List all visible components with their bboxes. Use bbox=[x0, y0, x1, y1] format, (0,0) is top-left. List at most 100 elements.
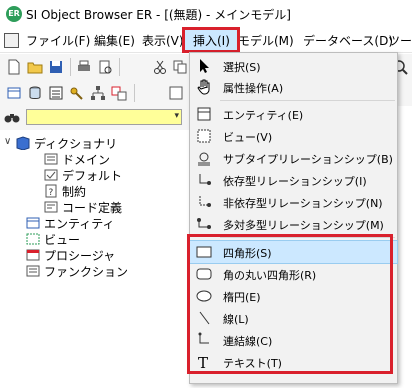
insert-menu: 選択(S) 属性操作(A) エンティティ(E) ビュー(V) サブタイプリレーシ… bbox=[189, 52, 398, 384]
procedure-icon bbox=[26, 249, 40, 261]
menu-item-label: サブタイプリレーションシップ(B) bbox=[223, 153, 393, 166]
rectangle-icon bbox=[196, 246, 212, 258]
menu-item-select[interactable]: 選択(S) bbox=[190, 55, 397, 77]
menu-model[interactable]: モデル(M) bbox=[238, 32, 294, 49]
database-icon[interactable] bbox=[27, 85, 43, 101]
hand-icon bbox=[197, 79, 210, 95]
ellipse-icon bbox=[196, 290, 212, 302]
svg-text:?: ? bbox=[49, 188, 54, 198]
app-icon: ER bbox=[6, 6, 22, 22]
menu-separator bbox=[220, 237, 395, 238]
object-tree: ∨ ディクショナリ ドメイン デフォルト ? 制約 コード定義 エンティティ ビ… bbox=[0, 132, 190, 388]
non-dependent-relation-icon bbox=[199, 196, 211, 207]
menu-item-label: テキスト(T) bbox=[223, 357, 282, 370]
tree-item-label: ファンクション bbox=[44, 265, 129, 279]
print-preview-icon[interactable] bbox=[97, 59, 113, 75]
menu-item-ellipse[interactable]: 楕円(E) bbox=[190, 285, 397, 307]
text-icon: T bbox=[198, 354, 208, 370]
relation-icon[interactable] bbox=[111, 85, 127, 101]
open-folder-icon[interactable] bbox=[27, 59, 43, 75]
connector-icon bbox=[198, 332, 209, 344]
view-icon bbox=[26, 233, 40, 245]
toolbar-separator bbox=[70, 58, 71, 76]
menu-view[interactable]: 表示(V) bbox=[142, 32, 184, 49]
menu-item-label: 楕円(E) bbox=[223, 291, 261, 304]
menu-item-view[interactable]: ビュー(V) bbox=[190, 125, 397, 147]
save-icon[interactable] bbox=[48, 59, 64, 75]
view-icon bbox=[197, 129, 211, 143]
toolbar-separator bbox=[134, 84, 135, 102]
entity-tool-icon[interactable] bbox=[6, 85, 22, 101]
hierarchy-icon[interactable] bbox=[90, 85, 106, 101]
key-icon[interactable] bbox=[69, 85, 85, 101]
print-icon[interactable] bbox=[76, 59, 92, 75]
menu-insert[interactable]: 挿入(I) bbox=[182, 27, 240, 53]
code-icon bbox=[44, 201, 58, 213]
menu-insert-label: 挿入(I) bbox=[193, 34, 230, 48]
menu-item-attribute[interactable]: 属性操作(A) bbox=[190, 76, 397, 98]
tree-item-label: ドメイン bbox=[62, 153, 111, 167]
menu-item-label: 連結線(C) bbox=[223, 335, 273, 348]
entity-icon bbox=[197, 107, 211, 121]
menu-item-label: 選択(S) bbox=[223, 61, 261, 74]
menu-item-non-dependent[interactable]: 非依存型リレーションシップ(N) bbox=[190, 191, 397, 213]
menu-item-entity[interactable]: エンティティ(E) bbox=[190, 103, 397, 125]
search-input[interactable]: ▾ bbox=[26, 109, 182, 125]
svg-text:T: T bbox=[198, 354, 208, 370]
menu-file[interactable]: ファイル(F) bbox=[26, 32, 90, 49]
layout-icon[interactable] bbox=[168, 85, 184, 101]
tree-item-label: デフォルト bbox=[62, 169, 123, 183]
domain-icon bbox=[44, 153, 58, 165]
binoculars-icon[interactable] bbox=[4, 110, 20, 124]
menu-item-rounded-rectangle[interactable]: 角の丸い四角形(R) bbox=[190, 263, 397, 285]
subtype-icon bbox=[198, 152, 210, 166]
tree-item-label: プロシージャ bbox=[44, 249, 116, 263]
entity-icon bbox=[26, 217, 40, 229]
tree-item-label: ビュー bbox=[44, 233, 81, 247]
menu-item-label: 角の丸い四角形(R) bbox=[223, 269, 317, 282]
window-title: SI Object Browser ER - [(無題) - メインモデル] bbox=[26, 8, 291, 22]
menu-item-many-to-many[interactable]: 多対多型リレーションシップ(M) bbox=[190, 213, 397, 235]
menu-item-label: ビュー(V) bbox=[223, 131, 273, 144]
menu-item-connector[interactable]: 連結線(C) bbox=[190, 329, 397, 351]
title-bar: ER SI Object Browser ER - [(無題) - メインモデル… bbox=[0, 0, 412, 28]
menu-edit[interactable]: 編集(E) bbox=[94, 32, 135, 49]
collapse-icon[interactable]: ∨ bbox=[4, 136, 11, 147]
constraint-icon: ? bbox=[45, 184, 57, 198]
tree-item-label: ディクショナリ bbox=[34, 137, 118, 151]
menu-item-label: 多対多型リレーションシップ(M) bbox=[223, 219, 384, 232]
menu-item-rectangle[interactable]: 四角形(S) bbox=[189, 240, 398, 264]
search-bar: ▾ bbox=[0, 106, 190, 130]
default-icon bbox=[44, 169, 58, 181]
chevron-down-icon[interactable]: ▾ bbox=[174, 111, 179, 121]
menu-tool[interactable]: ツール bbox=[388, 32, 412, 49]
menu-item-subtype[interactable]: サブタイプリレーションシップ(B) bbox=[190, 147, 397, 169]
menu-item-label: 属性操作(A) bbox=[223, 82, 284, 95]
cut-icon[interactable] bbox=[152, 59, 168, 75]
toolbar-separator bbox=[119, 58, 120, 76]
list-icon[interactable] bbox=[48, 85, 64, 101]
menu-item-label: エンティティ(E) bbox=[223, 109, 304, 122]
menu-item-line[interactable]: 線(L) bbox=[190, 307, 397, 329]
menu-item-dependent[interactable]: 依存型リレーションシップ(I) bbox=[190, 169, 397, 191]
book-icon bbox=[16, 136, 30, 150]
menu-item-text[interactable]: T テキスト(T) bbox=[190, 351, 397, 373]
menu-item-label: 四角形(S) bbox=[223, 247, 272, 260]
menu-separator bbox=[220, 100, 395, 101]
copy-icon[interactable] bbox=[172, 59, 188, 75]
menu-item-label: 依存型リレーションシップ(I) bbox=[223, 175, 367, 188]
system-menu-icon[interactable] bbox=[4, 33, 19, 48]
tree-item-label: エンティティ bbox=[44, 217, 115, 231]
new-file-icon[interactable] bbox=[6, 59, 22, 75]
many-to-many-icon bbox=[197, 218, 211, 229]
rounded-rectangle-icon bbox=[196, 268, 212, 280]
menu-item-label: 非依存型リレーションシップ(N) bbox=[223, 197, 383, 210]
menu-item-label: 線(L) bbox=[223, 313, 249, 326]
line-icon bbox=[199, 311, 210, 325]
dependent-relation-icon bbox=[199, 174, 211, 185]
pointer-icon bbox=[200, 59, 209, 73]
tree-item-label: 制約 bbox=[62, 185, 87, 199]
tree-item-label: コード定義 bbox=[62, 201, 123, 215]
menu-database[interactable]: データベース(D) bbox=[303, 32, 393, 49]
function-icon bbox=[26, 265, 40, 277]
